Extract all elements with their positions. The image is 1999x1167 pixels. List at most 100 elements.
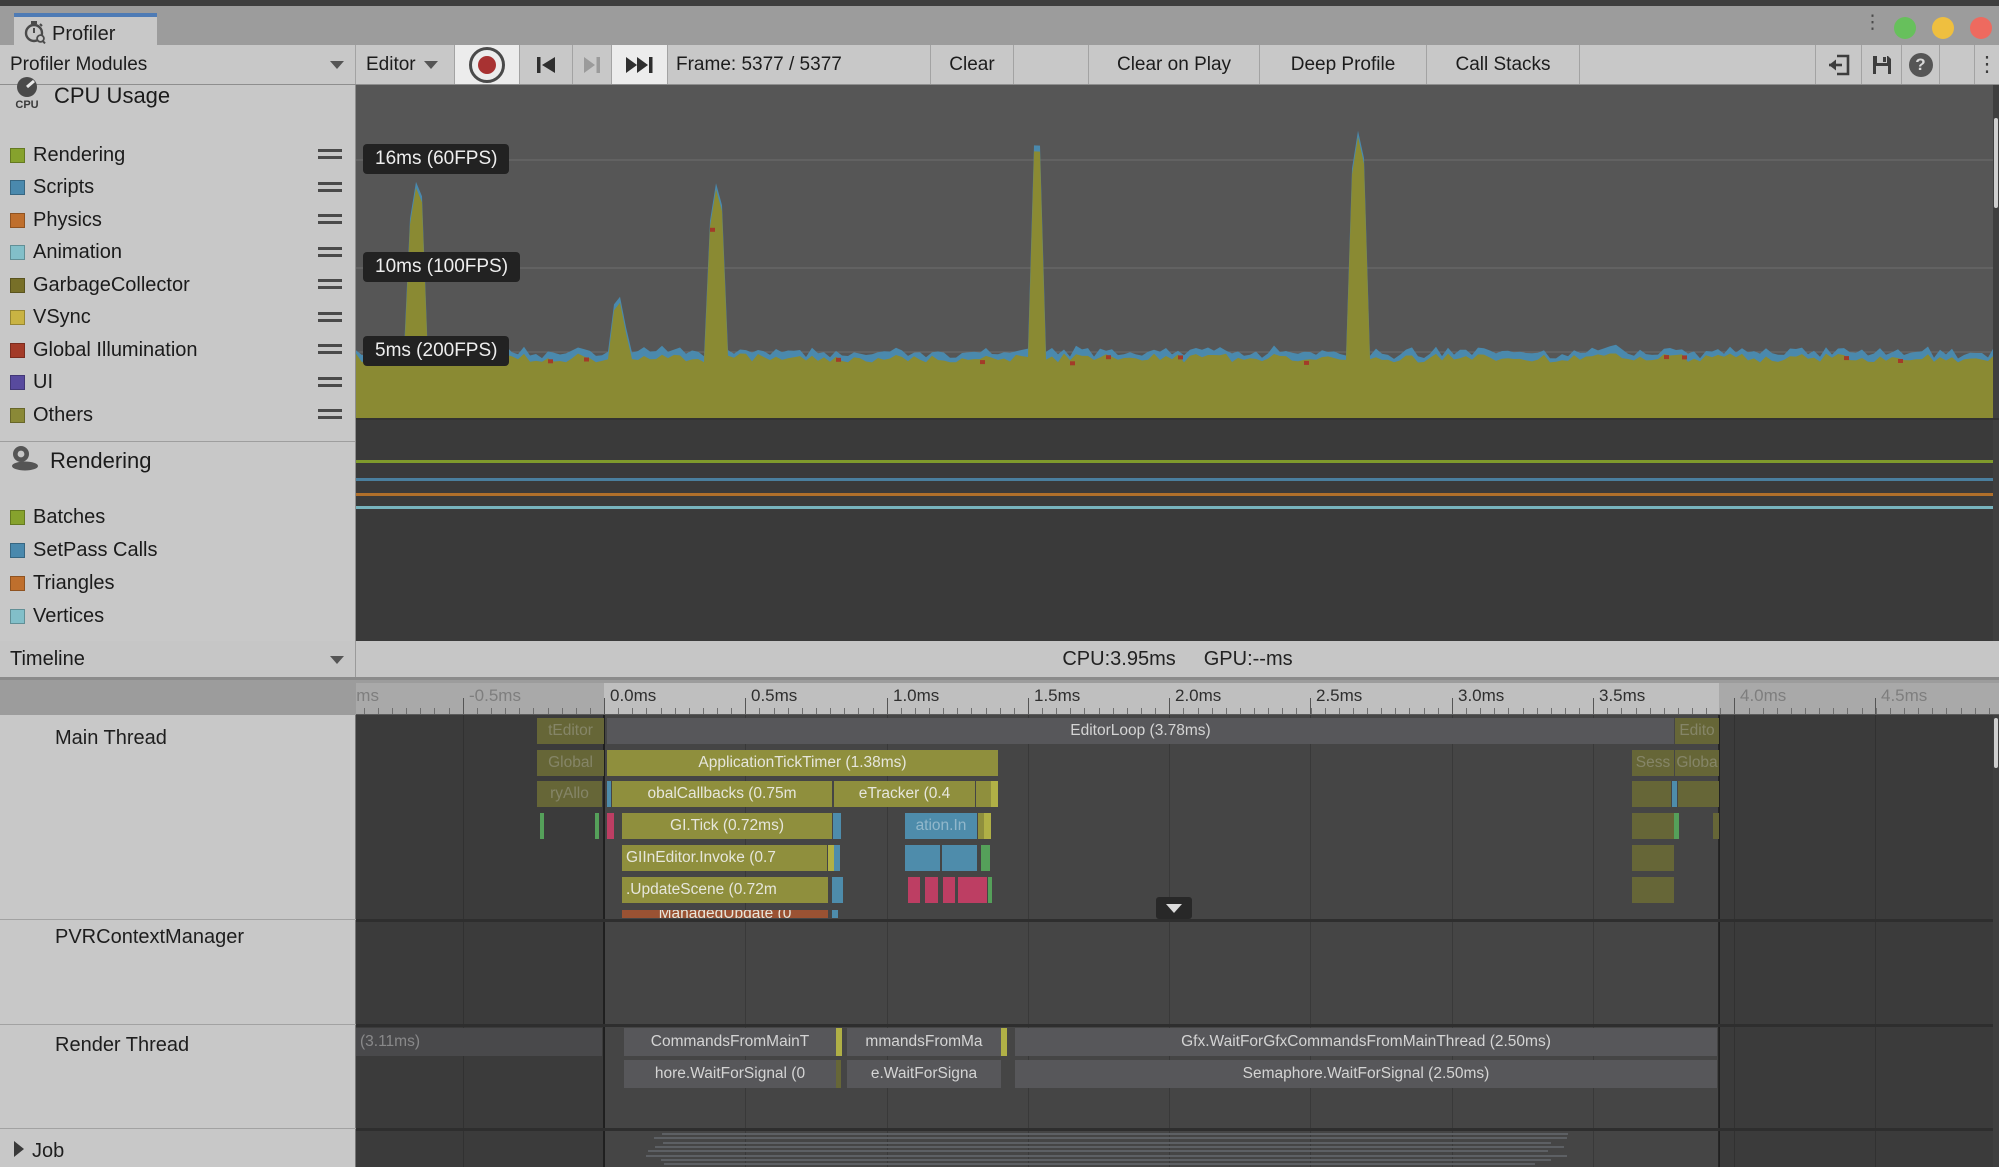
expand-section-button[interactable] [1156, 897, 1192, 919]
drag-handle-icon[interactable] [318, 409, 342, 421]
timeline-bar[interactable] [607, 781, 611, 807]
last-frame-button[interactable] [612, 45, 668, 84]
timeline-bar[interactable] [991, 781, 998, 807]
timeline-bar[interactable]: Edito [1675, 718, 1719, 744]
timeline-bar[interactable]: Sess [1632, 750, 1674, 776]
window-menu-kebab-icon[interactable]: ⋮ [1863, 17, 1873, 41]
timeline-bar[interactable]: GI.Tick (0.72ms) [622, 813, 832, 839]
drag-handle-icon[interactable] [318, 377, 342, 389]
timeline-bar[interactable] [607, 813, 614, 839]
legend-item-batches[interactable]: Batches [0, 502, 355, 532]
deep-profile-toggle[interactable]: Deep Profile [1260, 45, 1427, 84]
legend-color-swatch[interactable] [10, 310, 25, 325]
timeline-bar[interactable] [988, 877, 992, 903]
legend-item-others[interactable]: Others [0, 400, 355, 430]
cpu-usage-chart[interactable] [356, 85, 1999, 418]
editor-target-dropdown[interactable]: Editor [356, 45, 455, 84]
legend-color-swatch[interactable] [10, 343, 25, 358]
call-stacks-toggle[interactable]: Call Stacks [1427, 45, 1580, 84]
legend-color-swatch[interactable] [10, 408, 25, 423]
drag-handle-icon[interactable] [318, 279, 342, 291]
legend-item-triangles[interactable]: Triangles [0, 568, 355, 598]
timeline-bar[interactable]: Semaphore.WaitForSignal (2.50ms) [1015, 1060, 1717, 1088]
legend-item-vsync[interactable]: VSync [0, 303, 355, 333]
timeline-bar[interactable]: (3.11ms) [356, 1028, 602, 1056]
timeline-bar[interactable] [976, 781, 991, 807]
legend-color-swatch[interactable] [10, 245, 25, 260]
load-profile-button[interactable] [1816, 45, 1862, 84]
module-header-rendering[interactable]: Rendering [0, 443, 355, 479]
timeline-ruler[interactable]: -1.0ms-0.5ms0.0ms0.5ms1.0ms1.5ms2.0ms2.5… [356, 683, 1999, 715]
timeline-bar[interactable] [834, 845, 840, 871]
timeline-bar[interactable]: ryAllo [537, 781, 602, 807]
drag-handle-icon[interactable] [318, 182, 342, 194]
timeline-bar[interactable] [832, 910, 838, 918]
timeline-bar[interactable] [1632, 813, 1674, 839]
drag-handle-icon[interactable] [318, 149, 342, 161]
legend-color-swatch[interactable] [10, 609, 25, 624]
legend-item-vertices[interactable]: Vertices [0, 601, 355, 631]
legend-color-swatch[interactable] [10, 510, 25, 525]
timeline-bar[interactable]: EditorLoop (3.78ms) [607, 718, 1674, 744]
timeline-bar[interactable]: e.WaitForSigna [847, 1060, 1001, 1088]
chart-scrollbar-track[interactable] [1993, 420, 1999, 641]
clear-button[interactable]: Clear [931, 45, 1014, 84]
timeline-bar[interactable] [836, 1060, 841, 1088]
legend-item-rendering[interactable]: Rendering [0, 140, 355, 170]
timeline-bar[interactable] [925, 877, 938, 903]
save-profile-button[interactable] [1862, 45, 1902, 84]
traffic-light-yellow[interactable] [1932, 17, 1954, 39]
thread-label-pvrcontextmanager[interactable]: PVRContextManager [55, 926, 244, 949]
timeline-bar[interactable] [958, 877, 987, 903]
legend-item-animation[interactable]: Animation [0, 238, 355, 268]
drag-handle-icon[interactable] [318, 312, 342, 324]
timeline-bar[interactable]: obalCallbacks (0.75m [612, 781, 832, 807]
thread-label-render-thread[interactable]: Render Thread [55, 1034, 189, 1057]
timeline-bar[interactable] [595, 813, 599, 839]
timeline-bar[interactable]: eTracker (0.4 [834, 781, 975, 807]
legend-item-ui[interactable]: UI [0, 368, 355, 398]
legend-color-swatch[interactable] [10, 543, 25, 558]
timeline-bar[interactable]: Global [537, 750, 604, 776]
timeline-bar[interactable] [942, 845, 977, 871]
timeline-bar[interactable] [540, 813, 544, 839]
drag-handle-icon[interactable] [318, 344, 342, 356]
timeline-bar[interactable]: CommandsFromMainT [624, 1028, 836, 1056]
timeline-bar[interactable] [1674, 813, 1679, 839]
timeline-scrollbar-thumb[interactable] [1994, 718, 1998, 768]
timeline-bar[interactable] [836, 1028, 842, 1056]
legend-item-garbagecollector[interactable]: GarbageCollector [0, 270, 355, 300]
timeline-bar[interactable] [1713, 813, 1719, 839]
timeline-bar[interactable] [1632, 781, 1671, 807]
timeline-bar[interactable] [1678, 781, 1719, 807]
timeline-bar[interactable] [908, 877, 920, 903]
timeline-bar[interactable]: hore.WaitForSignal (0 [624, 1060, 836, 1088]
timeline-bar[interactable] [1001, 1028, 1007, 1056]
drag-handle-icon[interactable] [318, 247, 342, 259]
legend-item-global-illumination[interactable]: Global Illumination [0, 335, 355, 365]
timeline-bar[interactable]: GIInEditor.Invoke (0.7 [622, 845, 827, 871]
context-menu-kebab-icon[interactable]: ⋮ [1975, 45, 1999, 84]
timeline-bar[interactable]: ApplicationTickTimer (1.38ms) [607, 750, 998, 776]
first-frame-button[interactable] [520, 45, 573, 84]
drag-handle-icon[interactable] [318, 214, 342, 226]
timeline-bar[interactable]: Globa [1675, 750, 1719, 776]
timeline-bar[interactable] [905, 845, 940, 871]
thread-label-job[interactable]: Job [14, 1140, 64, 1163]
next-frame-button-disabled[interactable] [573, 45, 612, 84]
legend-color-swatch[interactable] [10, 278, 25, 293]
timeline-bar[interactable]: ManagedUpdate (0 [622, 910, 828, 918]
timeline-bar[interactable] [1672, 781, 1677, 807]
timeline-bar[interactable]: .UpdateScene (0.72m [622, 877, 828, 903]
legend-color-swatch[interactable] [10, 213, 25, 228]
traffic-light-red[interactable] [1970, 17, 1992, 39]
foldout-arrow-icon[interactable] [14, 1141, 24, 1157]
timeline-bar[interactable]: mmandsFromMa [847, 1028, 1001, 1056]
timeline-bar[interactable]: ation.In [905, 813, 977, 839]
legend-color-swatch[interactable] [10, 375, 25, 390]
record-button[interactable] [455, 45, 520, 84]
timeline-bar[interactable] [1632, 845, 1674, 871]
help-button[interactable]: ? [1902, 45, 1940, 84]
legend-color-swatch[interactable] [10, 148, 25, 163]
timeline-bar[interactable] [832, 877, 843, 903]
